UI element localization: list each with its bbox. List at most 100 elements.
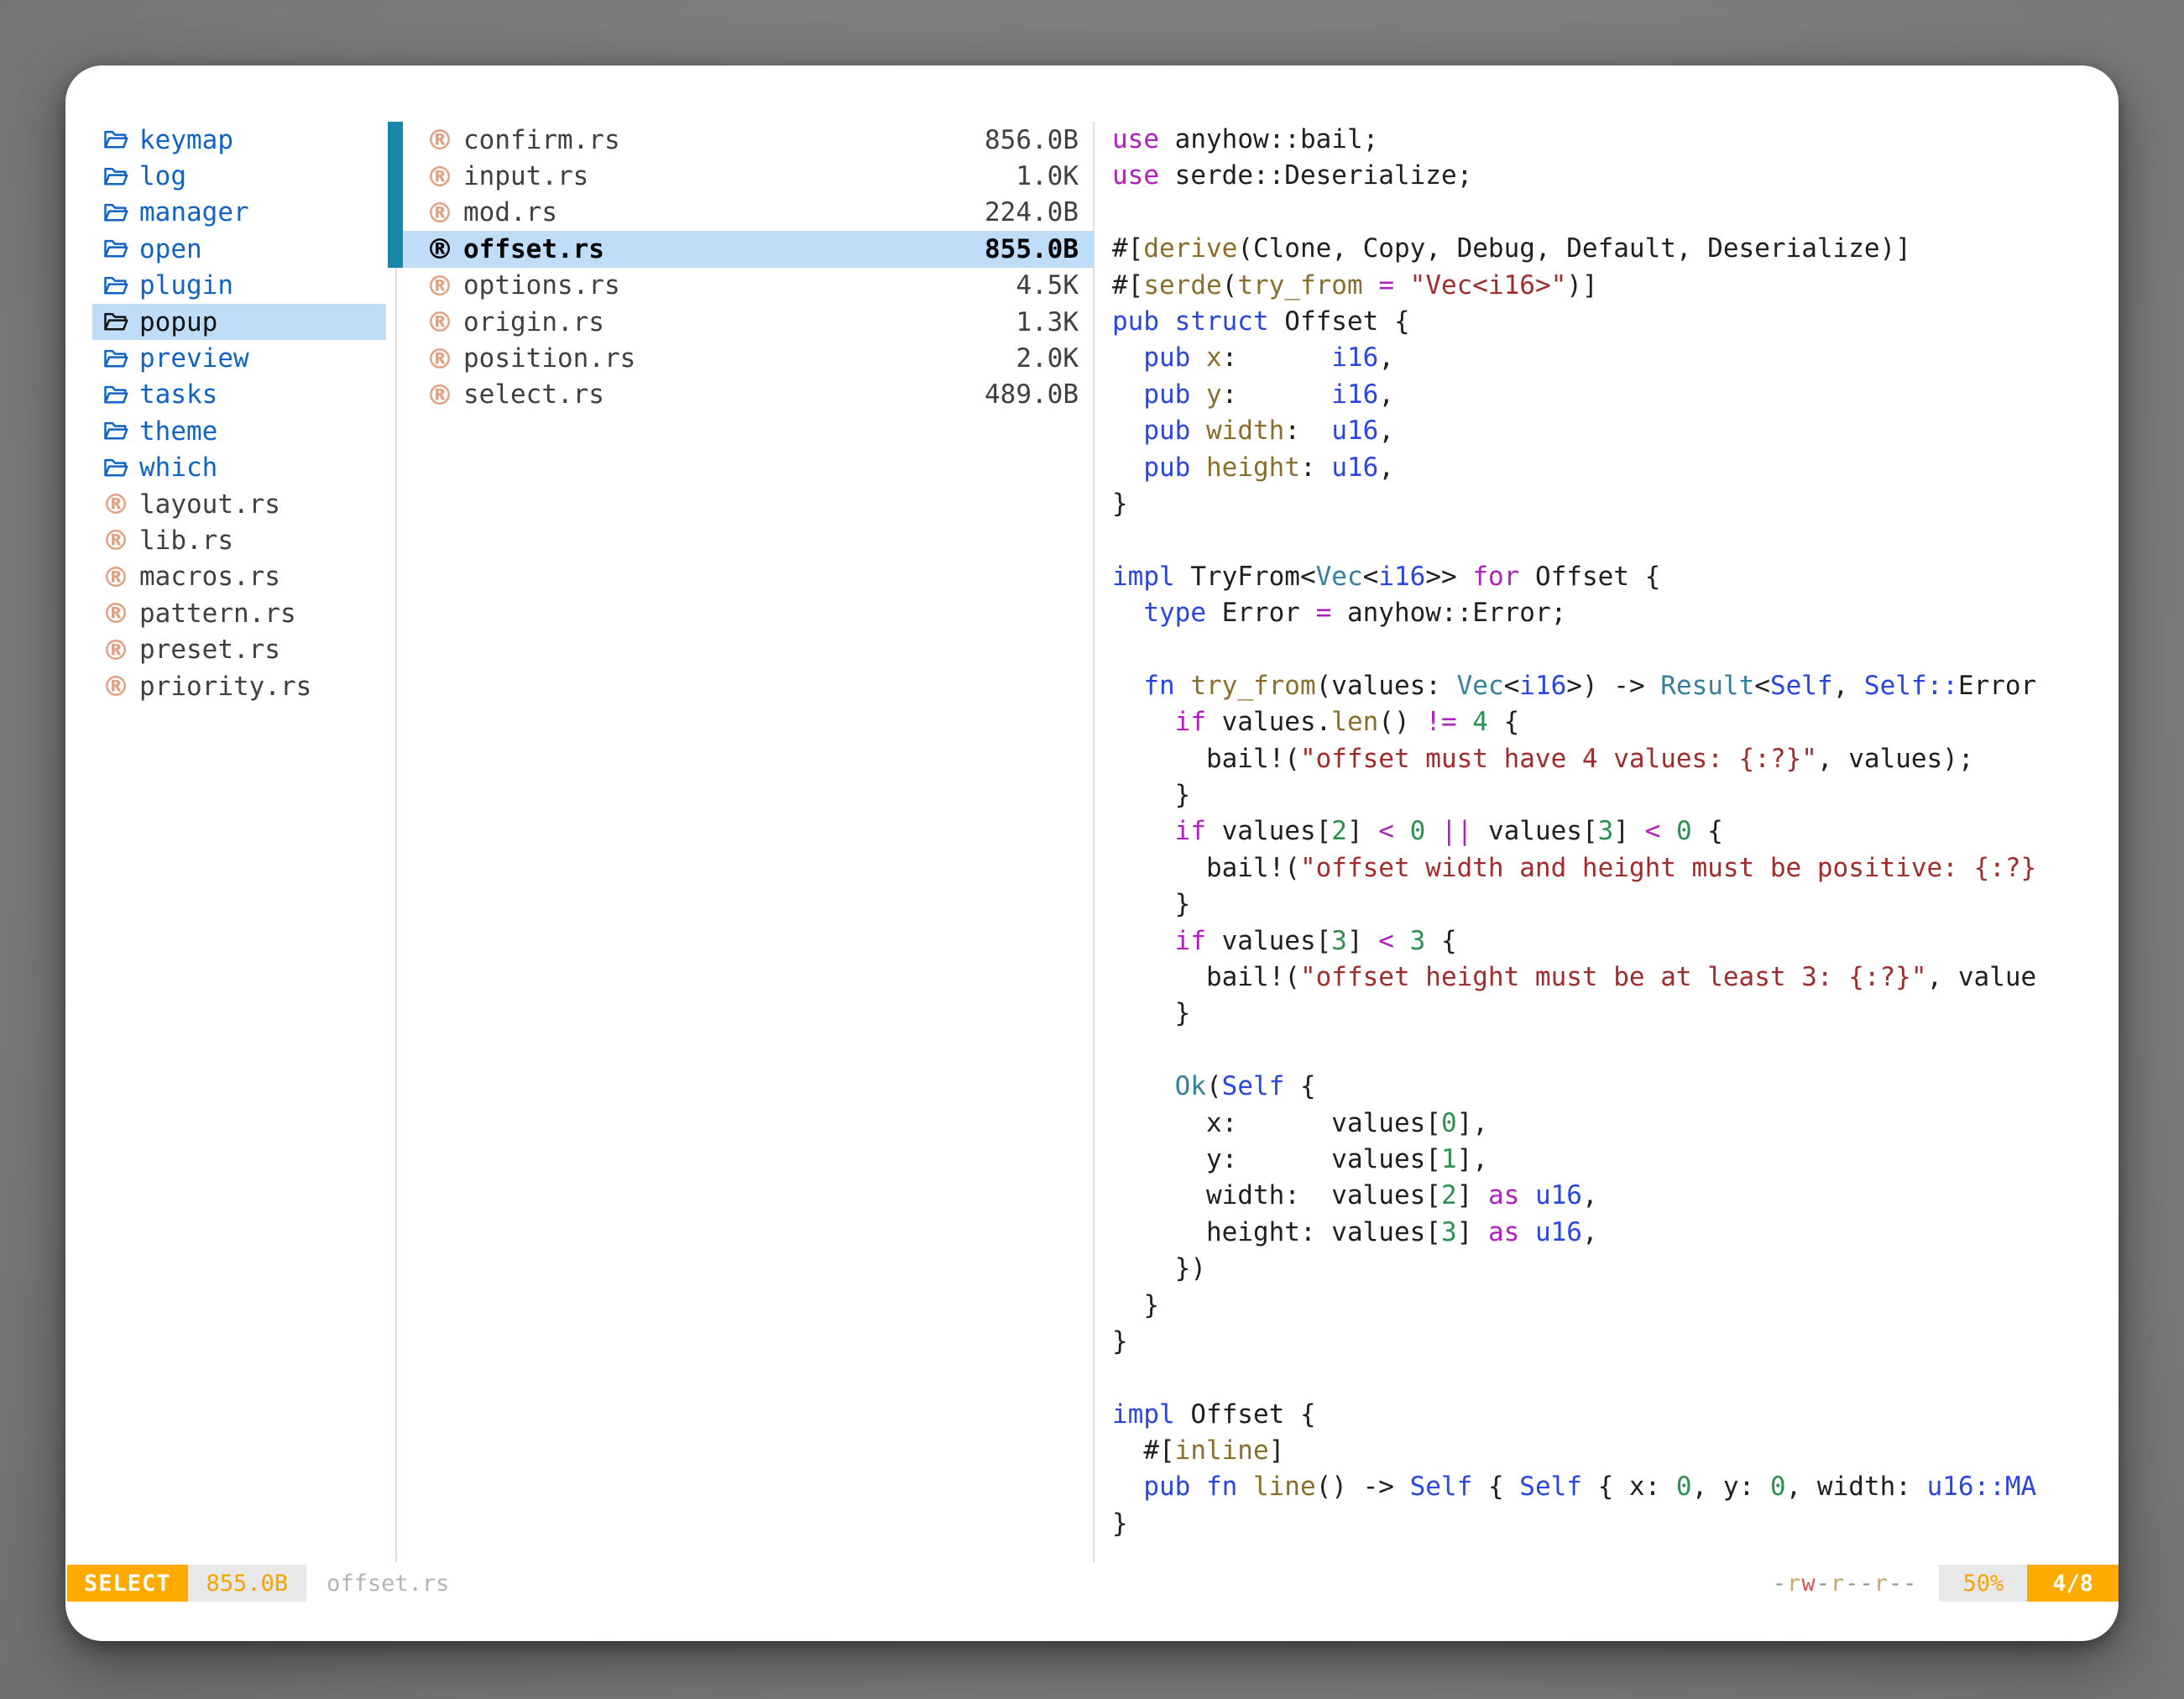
sidebar-item-label: macros.rs — [139, 562, 280, 592]
sidebar-item[interactable]: ® tasks — [92, 377, 386, 413]
code-line: pub struct Offset { — [1112, 304, 2117, 340]
code-line: pub x: i16, — [1112, 340, 2117, 376]
status-bar: SELECT 855.0B offset.rs -rw-r--r-- 50% 4… — [65, 1565, 2119, 1602]
sidebar-item[interactable]: ® which — [92, 450, 386, 486]
sidebar-item[interactable]: ® popup — [92, 304, 386, 340]
file-name: select.rs — [463, 379, 604, 410]
file-size-badge: 855.0B — [188, 1565, 307, 1602]
sidebar-item-label: preset.rs — [139, 635, 280, 665]
sidebar-item[interactable]: ® preview — [92, 340, 386, 376]
code-line: } — [1112, 996, 2117, 1032]
sidebar-item[interactable]: ® layout.rs — [92, 486, 386, 522]
open-folder-icon — [101, 129, 131, 150]
code-line: x: values[0], — [1112, 1106, 2117, 1142]
sidebar-item[interactable]: ® keymap — [92, 122, 386, 158]
file-permissions: -rw-r--r-- — [1773, 1565, 1918, 1602]
code-line: height: values[3] as u16, — [1112, 1215, 2117, 1251]
code-line: bail!("offset width and height must be p… — [1112, 850, 2117, 886]
file-size: 489.0B — [985, 379, 1079, 410]
rust-file-icon: ® — [101, 634, 131, 667]
sidebar-item-label: plugin — [139, 270, 233, 301]
rust-file-icon: ® — [101, 524, 131, 557]
pane-divider-left — [395, 122, 397, 1562]
sidebar-item[interactable]: ® plugin — [92, 268, 386, 304]
code-line: #[serde(try_from = "Vec<i16>")] — [1112, 268, 2117, 304]
rust-file-icon: ® — [425, 123, 455, 156]
code-line: } — [1112, 886, 2117, 923]
file-row[interactable]: ® options.rs 4.5K — [403, 268, 1094, 304]
cursor-position-badge: 4/8 — [2027, 1565, 2119, 1602]
sidebar-item-label: layout.rs — [139, 489, 280, 520]
sidebar-item[interactable]: ® macros.rs — [92, 559, 386, 595]
sidebar-item[interactable]: ® theme — [92, 413, 386, 449]
file-name: confirm.rs — [463, 125, 620, 155]
code-line: #[derive(Clone, Copy, Debug, Default, De… — [1112, 231, 2117, 267]
rust-file-icon: ® — [425, 196, 455, 229]
scrollbar-thumb[interactable] — [388, 122, 403, 268]
rust-file-icon: ® — [425, 379, 455, 411]
sidebar-item-label: priority.rs — [139, 672, 311, 702]
code-line: #[inline] — [1112, 1433, 2117, 1469]
file-size: 2.0K — [1016, 343, 1079, 374]
sidebar-item[interactable]: ® priority.rs — [92, 668, 386, 704]
code-line: fn try_from(values: Vec<i16>) -> Result<… — [1112, 668, 2117, 704]
sidebar-item-label: log — [139, 161, 186, 191]
panes-area: ® keymap ® log — [65, 65, 2119, 1641]
sidebar-item-label: tasks — [139, 379, 217, 410]
sidebar-item[interactable]: ® log — [92, 158, 386, 194]
code-line: width: values[2] as u16, — [1112, 1178, 2117, 1214]
code-line: bail!("offset height must be at least 3:… — [1112, 959, 2117, 996]
mode-badge: SELECT — [67, 1565, 188, 1602]
code-line: pub width: u16, — [1112, 413, 2117, 449]
file-row[interactable]: ® offset.rs 855.0B — [403, 231, 1094, 267]
code-line: use serde::Deserialize; — [1112, 158, 2117, 194]
code-line: pub y: i16, — [1112, 377, 2117, 413]
code-line — [1112, 195, 2117, 231]
code-line: use anyhow::bail; — [1112, 122, 2117, 158]
file-row[interactable]: ® position.rs 2.0K — [403, 340, 1094, 376]
preview-pane: use anyhow::bail; use serde::Deserialize… — [1112, 122, 2117, 1562]
code-line: if values[3] < 3 { — [1112, 923, 2117, 959]
file-size: 856.0B — [985, 125, 1079, 155]
sidebar-item-label: open — [139, 234, 202, 264]
file-row[interactable]: ® origin.rs 1.3K — [403, 304, 1094, 340]
file-name: position.rs — [463, 343, 635, 374]
code-line: if values[2] < 0 || values[3] < 0 { — [1112, 813, 2117, 850]
code-line: } — [1112, 1506, 2117, 1542]
sidebar-item[interactable]: ® preset.rs — [92, 631, 386, 667]
code-line: y: values[1], — [1112, 1142, 2117, 1178]
sidebar-item[interactable]: ® pattern.rs — [92, 595, 386, 631]
open-folder-icon — [101, 202, 131, 223]
open-folder-icon — [101, 311, 131, 332]
yazi-file-manager-window: ® keymap ® log — [65, 65, 2119, 1641]
file-row[interactable]: ® select.rs 489.0B — [403, 377, 1094, 413]
parent-directory-pane: ® keymap ® log — [92, 122, 386, 704]
sidebar-item-label: preview — [139, 343, 249, 374]
sidebar-item-label: pattern.rs — [139, 599, 296, 629]
sidebar-item[interactable]: ® manager — [92, 195, 386, 231]
open-folder-icon — [101, 166, 131, 187]
code-line: Ok(Self { — [1112, 1069, 2117, 1105]
file-row[interactable]: ® input.rs 1.0K — [403, 158, 1094, 194]
open-folder-icon — [101, 421, 131, 442]
code-line: } — [1112, 777, 2117, 813]
file-row[interactable]: ® confirm.rs 856.0B — [403, 122, 1094, 158]
sidebar-item[interactable]: ® lib.rs — [92, 522, 386, 558]
file-size: 1.0K — [1016, 161, 1079, 191]
sidebar-item[interactable]: ® open — [92, 231, 386, 267]
rust-file-icon: ® — [101, 597, 131, 630]
code-line: type Error = anyhow::Error; — [1112, 595, 2117, 631]
desktop-background: ® keymap ® log — [0, 0, 2184, 1699]
code-line: }) — [1112, 1251, 2117, 1287]
sidebar-item-label: theme — [139, 416, 217, 447]
hovered-file-name: offset.rs — [327, 1565, 449, 1602]
rust-file-icon: ® — [425, 342, 455, 375]
current-directory-pane: ® confirm.rs 856.0B ® input.rs 1.0K ® mo… — [403, 122, 1094, 413]
file-row[interactable]: ® mod.rs 224.0B — [403, 195, 1094, 231]
rust-file-icon: ® — [101, 670, 131, 703]
code-line: bail!("offset must have 4 values: {:?}",… — [1112, 741, 2117, 777]
file-name: origin.rs — [463, 307, 604, 337]
file-size: 855.0B — [985, 234, 1079, 264]
file-name: input.rs — [463, 161, 588, 191]
open-folder-icon — [101, 457, 131, 478]
